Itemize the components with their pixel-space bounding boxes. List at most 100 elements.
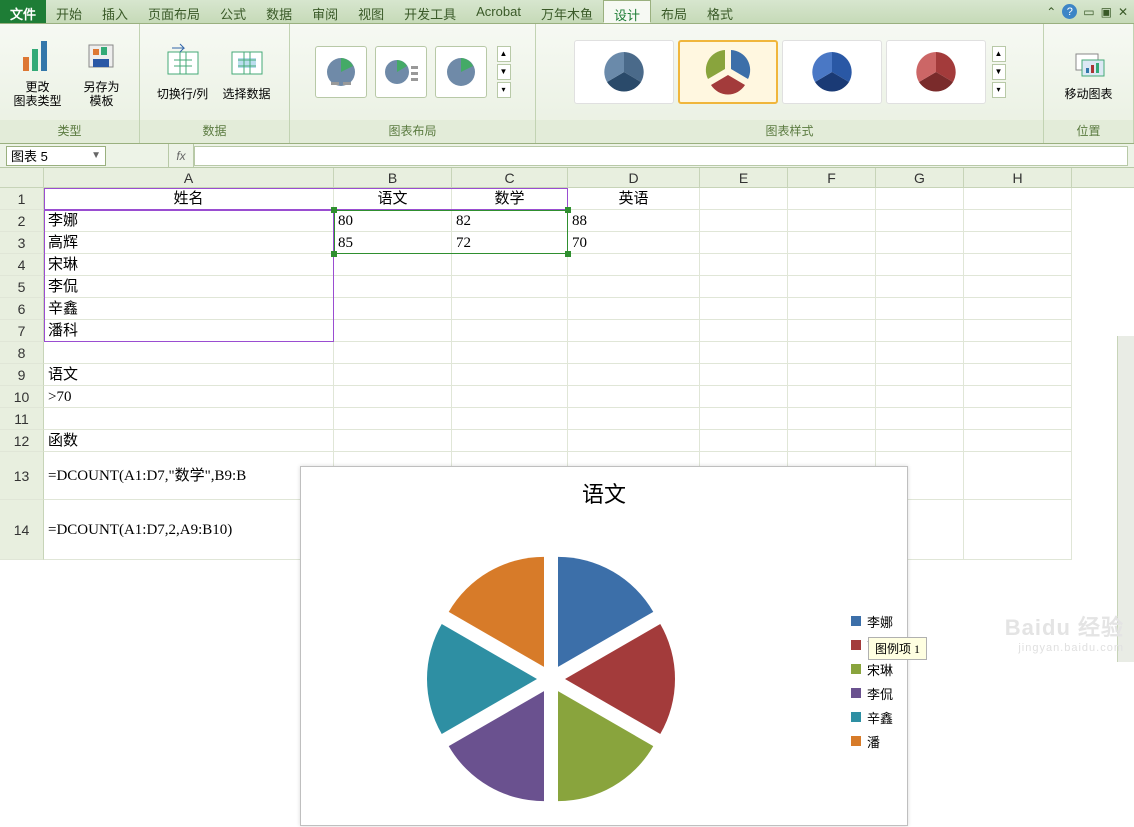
legend-item-2[interactable]: 宋琳 <box>851 657 893 681</box>
cell-D10[interactable] <box>568 386 700 408</box>
cell-H13[interactable] <box>964 452 1072 500</box>
window-restore-icon[interactable]: ▣ <box>1101 5 1112 19</box>
col-header-B[interactable]: B <box>334 168 452 187</box>
cell-C9[interactable] <box>452 364 568 386</box>
cell-G1[interactable] <box>876 188 964 210</box>
cell-D12[interactable] <box>568 430 700 452</box>
cell-H2[interactable] <box>964 210 1072 232</box>
cell-F9[interactable] <box>788 364 876 386</box>
vertical-scrollbar[interactable] <box>1117 336 1134 662</box>
cell-H7[interactable] <box>964 320 1072 342</box>
cell-B2[interactable]: 80 <box>334 210 452 232</box>
cell-C5[interactable] <box>452 276 568 298</box>
embedded-chart[interactable]: 语文 李娜 高 宋琳 李侃 辛鑫 潘 图例项 1 <box>300 466 908 826</box>
row-header-11[interactable]: 11 <box>0 408 44 430</box>
cell-G12[interactable] <box>876 430 964 452</box>
menu-tab-formula[interactable]: 公式 <box>210 0 256 23</box>
cell-B7[interactable] <box>334 320 452 342</box>
chart-layout-option-3[interactable] <box>435 46 487 98</box>
cell-C1[interactable]: 数学 <box>452 188 568 210</box>
cell-A10[interactable]: >70 <box>44 386 334 408</box>
col-header-D[interactable]: D <box>568 168 700 187</box>
cell-C8[interactable] <box>452 342 568 364</box>
row-header-12[interactable]: 12 <box>0 430 44 452</box>
cell-H11[interactable] <box>964 408 1072 430</box>
cell-E12[interactable] <box>700 430 788 452</box>
pie-chart[interactable] <box>421 549 681 809</box>
cell-G4[interactable] <box>876 254 964 276</box>
window-close-icon[interactable]: ✕ <box>1118 5 1128 19</box>
cell-C2[interactable]: 82 <box>452 210 568 232</box>
cell-F12[interactable] <box>788 430 876 452</box>
cell-G2[interactable] <box>876 210 964 232</box>
cell-B10[interactable] <box>334 386 452 408</box>
cell-C6[interactable] <box>452 298 568 320</box>
cell-F10[interactable] <box>788 386 876 408</box>
cell-A6[interactable]: 辛鑫 <box>44 298 334 320</box>
cell-F7[interactable] <box>788 320 876 342</box>
menu-file-tab[interactable]: 文件 <box>0 0 46 23</box>
cell-A4[interactable]: 宋琳 <box>44 254 334 276</box>
cell-A8[interactable] <box>44 342 334 364</box>
cell-D11[interactable] <box>568 408 700 430</box>
cell-G5[interactable] <box>876 276 964 298</box>
col-header-F[interactable]: F <box>788 168 876 187</box>
layout-scroll-down[interactable]: ▼ <box>497 64 511 80</box>
cell-A2[interactable]: 李娜 <box>44 210 334 232</box>
menu-tab-data[interactable]: 数据 <box>256 0 302 23</box>
style-gallery-expand[interactable]: ▾ <box>992 82 1006 98</box>
cell-B8[interactable] <box>334 342 452 364</box>
cell-G3[interactable] <box>876 232 964 254</box>
cell-E3[interactable] <box>700 232 788 254</box>
cell-F4[interactable] <box>788 254 876 276</box>
cell-D6[interactable] <box>568 298 700 320</box>
cell-B1[interactable]: 语文 <box>334 188 452 210</box>
cell-H9[interactable] <box>964 364 1072 386</box>
row-header-4[interactable]: 4 <box>0 254 44 276</box>
row-header-3[interactable]: 3 <box>0 232 44 254</box>
change-chart-type-button[interactable]: 更改图表类型 <box>10 36 66 108</box>
col-header-C[interactable]: C <box>452 168 568 187</box>
cell-G6[interactable] <box>876 298 964 320</box>
cell-D9[interactable] <box>568 364 700 386</box>
cell-A3[interactable]: 高辉 <box>44 232 334 254</box>
layout-scroll-up[interactable]: ▲ <box>497 46 511 62</box>
cell-E5[interactable] <box>700 276 788 298</box>
formula-input[interactable] <box>194 146 1128 166</box>
menu-tab-insert[interactable]: 插入 <box>92 0 138 23</box>
cell-F2[interactable] <box>788 210 876 232</box>
cell-D4[interactable] <box>568 254 700 276</box>
help-icon[interactable]: ? <box>1062 4 1077 19</box>
menu-tab-acrobat[interactable]: Acrobat <box>466 0 531 23</box>
cell-D2[interactable]: 88 <box>568 210 700 232</box>
namebox-dropdown-icon[interactable]: ▼ <box>91 150 101 161</box>
style-scroll-up[interactable]: ▲ <box>992 46 1006 62</box>
cell-G9[interactable] <box>876 364 964 386</box>
cell-E11[interactable] <box>700 408 788 430</box>
cell-H3[interactable] <box>964 232 1072 254</box>
row-header-10[interactable]: 10 <box>0 386 44 408</box>
legend-item-0[interactable]: 李娜 <box>851 609 893 633</box>
chart-legend[interactable]: 李娜 高 宋琳 李侃 辛鑫 潘 <box>851 609 893 753</box>
menu-tab-review[interactable]: 审阅 <box>302 0 348 23</box>
cell-E6[interactable] <box>700 298 788 320</box>
layout-gallery-expand[interactable]: ▾ <box>497 82 511 98</box>
cell-G10[interactable] <box>876 386 964 408</box>
cell-A13[interactable]: =DCOUNT(A1:D7,"数学",B9:B <box>44 452 334 500</box>
cell-F1[interactable] <box>788 188 876 210</box>
cell-H4[interactable] <box>964 254 1072 276</box>
row-header-9[interactable]: 9 <box>0 364 44 386</box>
cell-C3[interactable]: 72 <box>452 232 568 254</box>
cell-H6[interactable] <box>964 298 1072 320</box>
cell-A5[interactable]: 李侃 <box>44 276 334 298</box>
cell-A9[interactable]: 语文 <box>44 364 334 386</box>
cell-E7[interactable] <box>700 320 788 342</box>
cell-H1[interactable] <box>964 188 1072 210</box>
cell-F3[interactable] <box>788 232 876 254</box>
menu-tab-dev[interactable]: 开发工具 <box>394 0 466 23</box>
row-header-8[interactable]: 8 <box>0 342 44 364</box>
chart-layout-option-2[interactable] <box>375 46 427 98</box>
cell-E10[interactable] <box>700 386 788 408</box>
menu-tab-chart-layout[interactable]: 布局 <box>651 0 697 23</box>
cell-F5[interactable] <box>788 276 876 298</box>
